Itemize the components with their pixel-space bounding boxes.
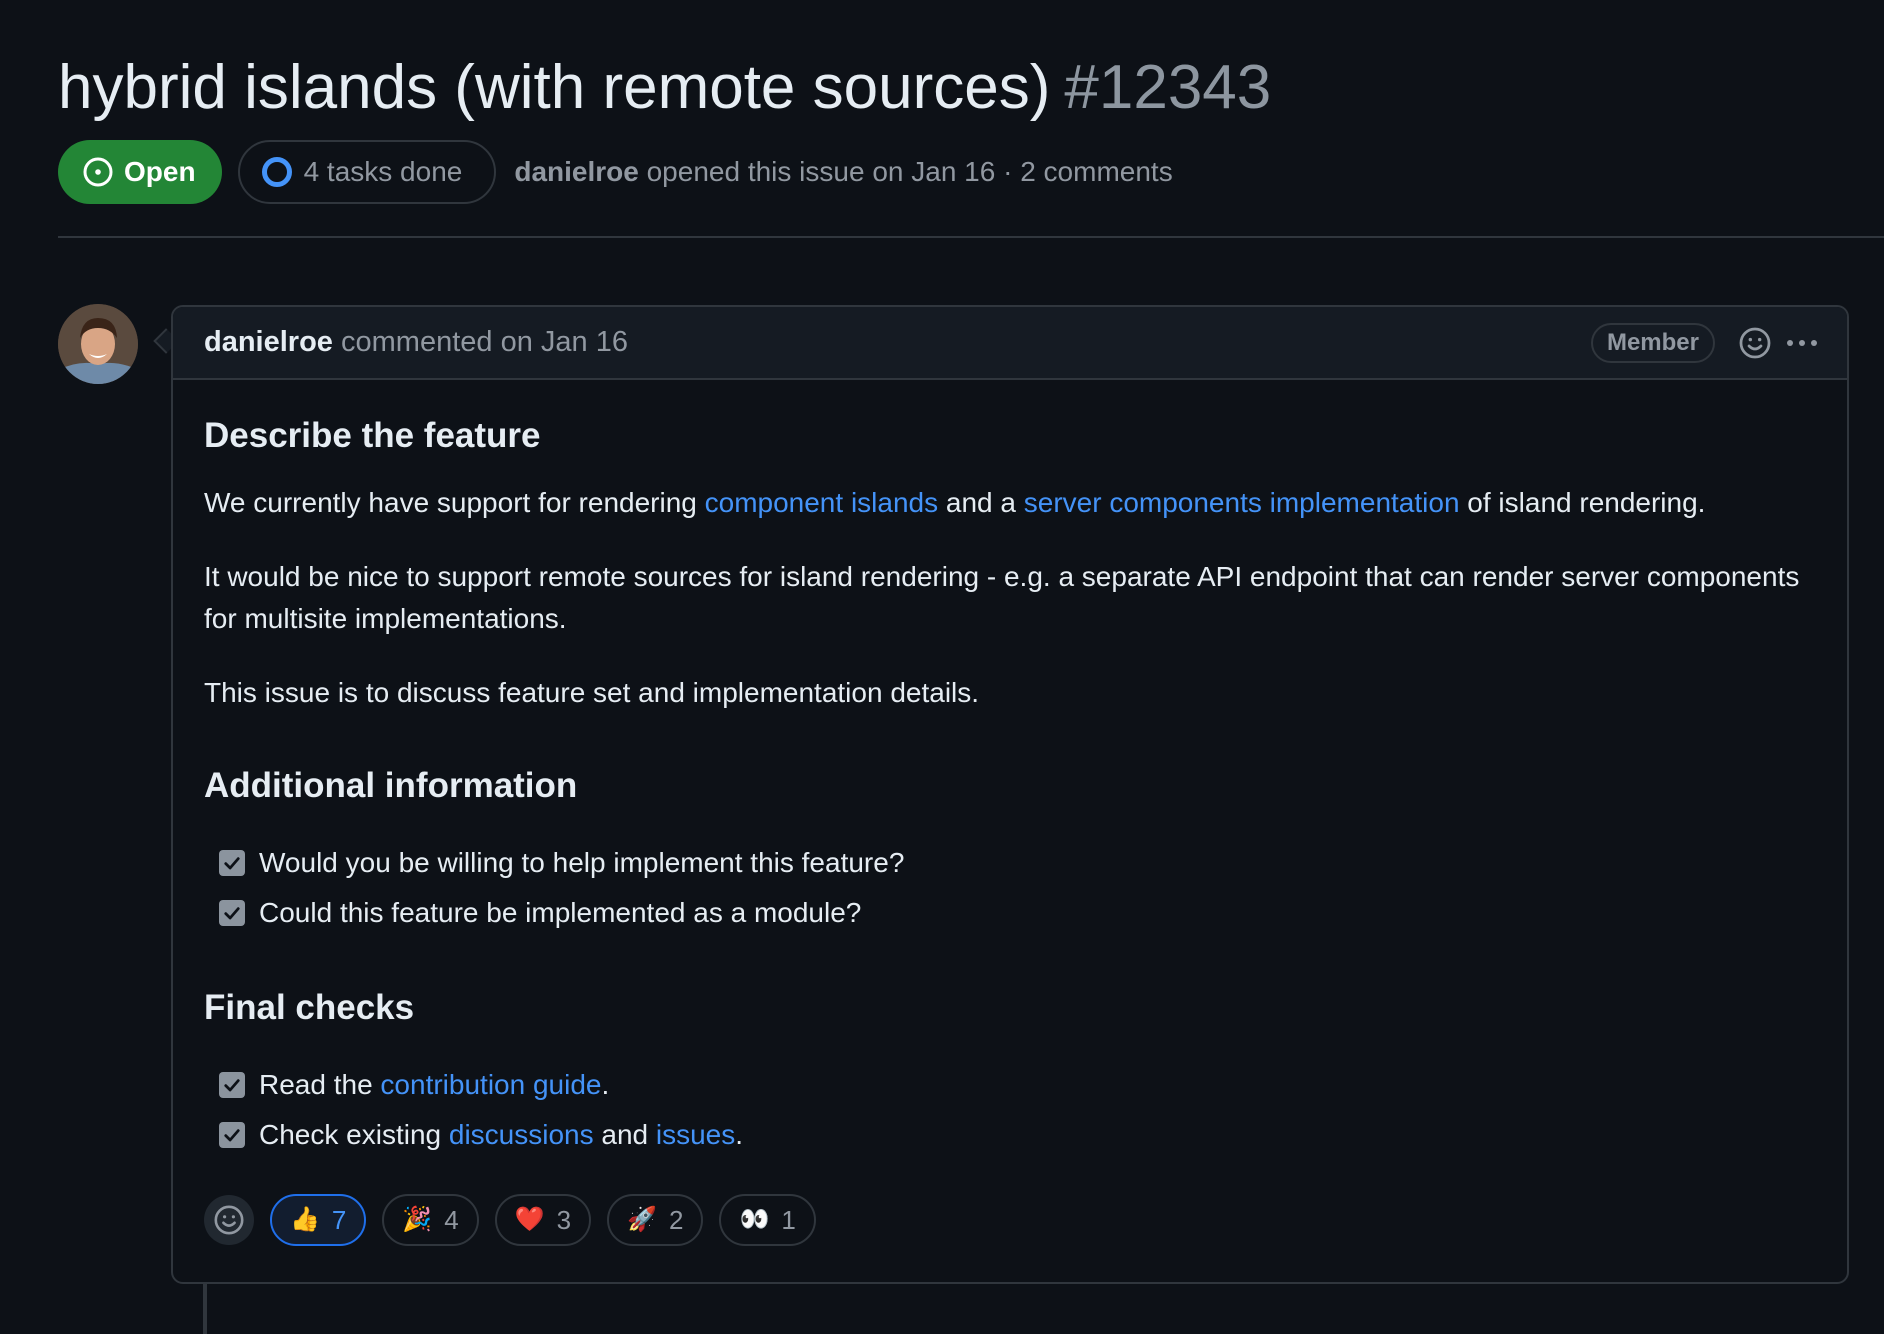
issue-meta: Open 4 tasks done danielroe opened this … [58,140,1884,204]
task-label: Read the contribution guide. [259,1064,609,1106]
reaction-thumbs-up[interactable]: 👍 7 [270,1194,367,1246]
add-reaction-button[interactable] [1737,325,1773,361]
party-popper-icon: 🎉 [402,1206,433,1233]
comment-byline: danielroe commented on Jan 16 [204,326,628,359]
issue-meta-rest: opened this issue on Jan 16 · 2 comments [646,156,1173,187]
text-segment: . [601,1069,610,1100]
rocket-icon: 🚀 [627,1206,657,1233]
heading-additional-info: Additional information [204,766,578,805]
issue-title-text: hybrid islands (with remote sources) [58,53,1051,122]
text-segment: Check existing [259,1119,449,1150]
header-divider [58,236,1884,238]
comment-author-link[interactable]: danielroe [204,326,333,358]
thumbs-up-icon: 👍 [290,1206,320,1233]
issue-header: hybrid islands (with remote sources) #123… [58,48,1884,204]
reaction-count: 4 [444,1204,459,1235]
task-list-final: Read the contribution guide. Check exist… [204,1060,1816,1160]
issue-open-icon [83,157,113,187]
kebab-horizontal-icon[interactable] [1787,325,1817,361]
task-item: Could this feature be implemented as a m… [204,888,1816,938]
issue-number: #12343 [1064,53,1272,122]
task-item: Check existing discussions and issues. [204,1110,1816,1160]
role-badge: Member [1590,322,1715,363]
comment-date[interactable]: commented on Jan 16 [341,326,628,358]
task-item: Would you be willing to help implement t… [204,838,1816,888]
paragraph-3: This issue is to discuss feature set and… [204,677,980,708]
task-label: Check existing discussions and issues. [259,1114,743,1156]
avatar[interactable] [58,304,138,384]
state-badge: Open [58,140,222,204]
task-label: Could this feature be implemented as a m… [259,897,862,928]
heading-final-checks: Final checks [204,988,415,1027]
reaction-count: 1 [781,1204,796,1235]
comment-header-actions: Member [1590,322,1817,363]
checkbox-checked-icon[interactable] [219,1072,245,1098]
text-segment: and a [938,487,1024,518]
avatar-portrait-icon [58,304,138,384]
smiley-icon [1739,327,1771,358]
link-component-islands[interactable]: component islands [705,487,938,518]
paragraph-1: We currently have support for rendering … [204,482,1816,524]
link-discussions[interactable]: discussions [449,1119,594,1150]
text-segment: Read the [259,1069,381,1100]
reaction-count: 3 [556,1204,572,1235]
comment-header: danielroe commented on Jan 16 Member [173,307,1847,380]
issue-title: hybrid islands (with remote sources) #123… [58,48,1884,128]
link-issues[interactable]: issues [656,1119,735,1150]
reaction-rocket[interactable]: 🚀 2 [607,1194,704,1246]
timeline-line [203,1284,207,1334]
smiley-icon [214,1205,244,1235]
tasks-badge[interactable]: 4 tasks done [237,140,497,204]
reaction-heart[interactable]: ❤️ 3 [494,1194,592,1246]
text-segment: and [593,1119,656,1150]
heading-describe-feature: Describe the feature [204,416,541,455]
checkbox-checked-icon[interactable] [219,850,245,876]
text-segment: . [735,1119,744,1150]
comment-body: Describe the feature We currently have s… [173,414,1847,1246]
task-label: Would you be willing to help implement t… [259,847,905,878]
task-item: Read the contribution guide. [204,1060,1816,1110]
issue-author-link[interactable]: danielroe [514,156,638,187]
text-segment: of island rendering. [1459,487,1706,518]
reaction-count: 2 [668,1204,684,1235]
reaction-count: 7 [331,1204,347,1235]
progress-ring-icon [261,157,292,187]
task-list-additional: Would you be willing to help implement t… [204,838,1816,938]
paragraph-2: It would be nice to support remote sourc… [204,561,1800,634]
checkbox-checked-icon[interactable] [219,1122,245,1148]
text-segment: We currently have support for rendering [204,487,705,518]
reaction-eyes[interactable]: 👀 1 [719,1194,816,1246]
state-label: Open [124,156,196,187]
checkbox-checked-icon[interactable] [219,900,245,926]
comment-box: danielroe commented on Jan 16 Member Des… [171,305,1849,1284]
link-contribution-guide[interactable]: contribution guide [380,1069,601,1100]
tasks-label: 4 tasks done [303,156,463,187]
eyes-icon: 👀 [739,1206,770,1233]
issue-meta-text: danielroe opened this issue on Jan 16 · … [514,156,1172,188]
link-server-components[interactable]: server components implementation [1024,487,1460,518]
reaction-hooray[interactable]: 🎉 4 [382,1194,479,1246]
heart-icon: ❤️ [514,1206,545,1233]
reactions-bar: 👍 7 🎉 4 ❤️ 3 🚀 2 👀 1 [204,1194,1816,1246]
add-reaction-button[interactable] [204,1195,254,1245]
